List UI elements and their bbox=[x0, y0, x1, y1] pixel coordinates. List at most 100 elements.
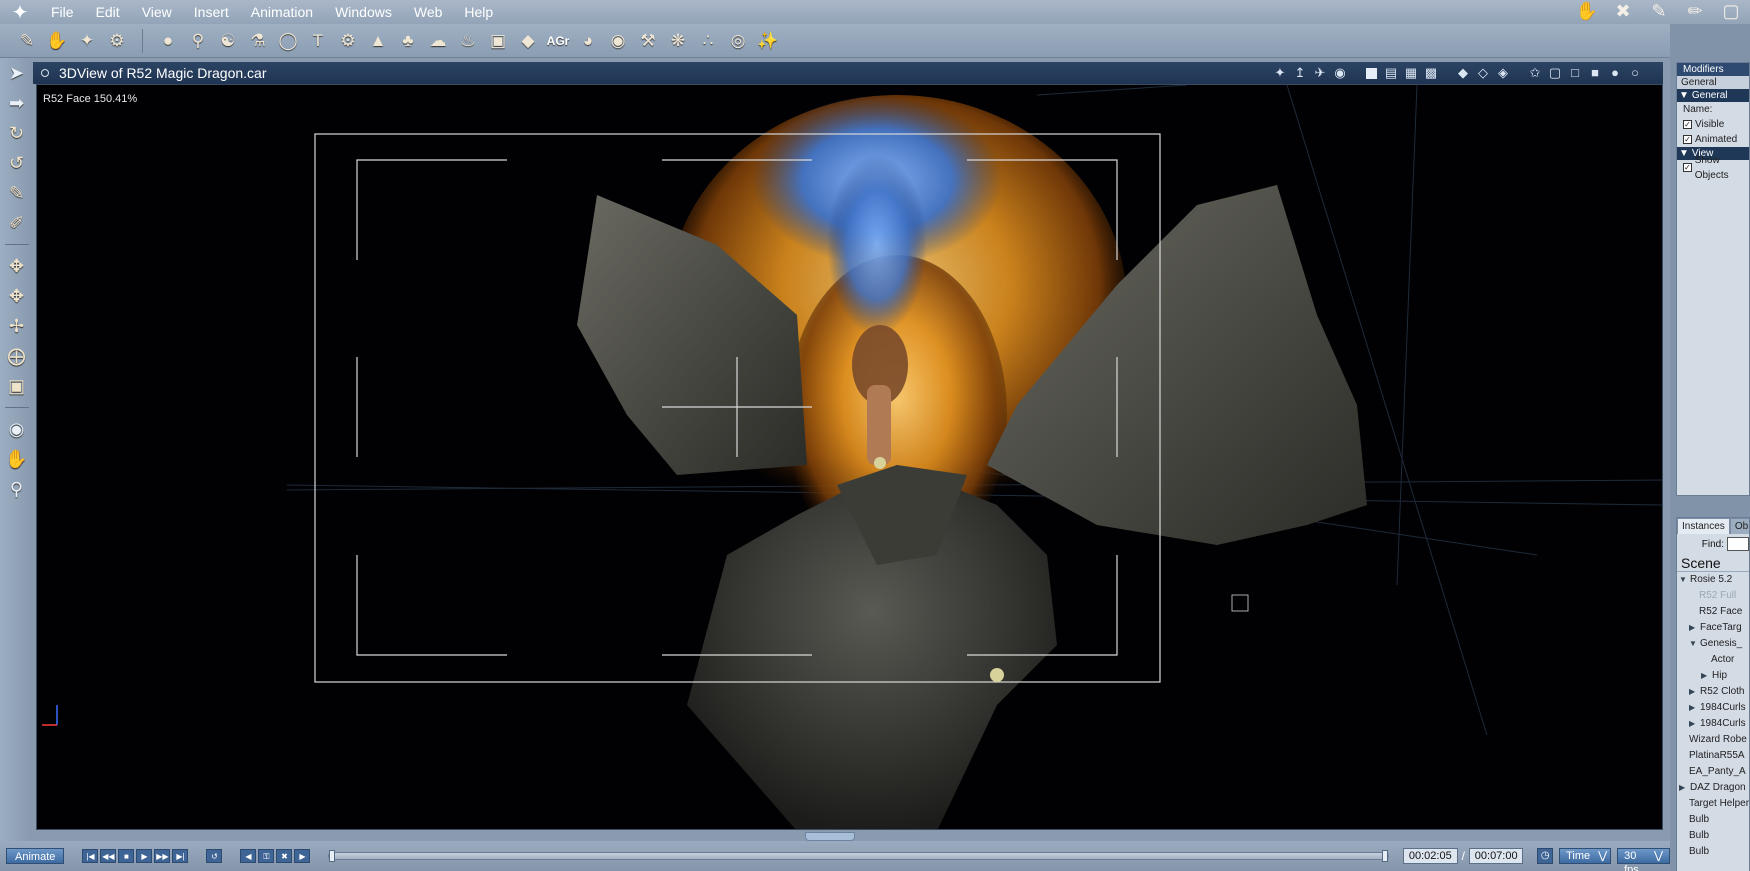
next-key-icon[interactable]: ▶ bbox=[294, 849, 311, 863]
render-mode-2-icon[interactable]: ◇ bbox=[1475, 65, 1491, 81]
zoom-icon[interactable]: ⚲ bbox=[0, 474, 33, 504]
tree-item[interactable]: R52 Face bbox=[1677, 604, 1749, 620]
tree-item[interactable]: Bulb bbox=[1677, 812, 1749, 828]
fast-forward-icon[interactable]: ▶▶ bbox=[154, 849, 171, 863]
smooth-icon[interactable]: ● bbox=[1607, 65, 1623, 81]
tree-item[interactable]: ▶ 1984Curls bbox=[1677, 700, 1749, 716]
animate-button[interactable]: Animate bbox=[6, 848, 65, 864]
clock-icon[interactable]: ◷ bbox=[1537, 848, 1554, 864]
tree-icon[interactable]: ♣ bbox=[395, 28, 421, 54]
go-to-start-icon[interactable]: |◀ bbox=[82, 849, 99, 863]
particles-icon[interactable]: ❋ bbox=[665, 28, 691, 54]
sphere-primitive-icon[interactable]: ● bbox=[155, 28, 181, 54]
end-time-field[interactable]: 00:07:00 bbox=[1468, 848, 1524, 864]
tree-item[interactable]: ▼ Genesis_ bbox=[1677, 636, 1749, 652]
menu-help[interactable]: Help bbox=[453, 0, 504, 24]
select-arrow-icon[interactable]: ➤ bbox=[0, 58, 33, 88]
move-arrow-icon[interactable]: ➡ bbox=[0, 88, 33, 118]
tree-item[interactable]: ▼ Rosie 5.2 bbox=[1677, 572, 1749, 588]
four-view-icon[interactable]: ▩ bbox=[1423, 65, 1439, 81]
bowl-icon[interactable]: ◕ bbox=[575, 28, 601, 54]
key-icon[interactable]: ⚿ bbox=[258, 849, 275, 863]
play-icon[interactable]: ▶ bbox=[136, 849, 153, 863]
go-to-end-icon[interactable]: ▶| bbox=[172, 849, 189, 863]
time-mode-select[interactable]: Time ⋁ bbox=[1559, 848, 1612, 864]
timeline-start-handle[interactable] bbox=[329, 850, 336, 862]
tree-item[interactable]: Actor bbox=[1677, 652, 1749, 668]
cube-icon[interactable]: ▣ bbox=[0, 371, 33, 401]
cloud-icon[interactable]: ☁ bbox=[425, 28, 451, 54]
tree-item[interactable]: Target Helper bbox=[1677, 796, 1749, 812]
app-logo-icon[interactable]: ✦ bbox=[0, 0, 40, 24]
universal-manip-icon[interactable]: ⨁ bbox=[0, 341, 33, 371]
tree-item[interactable]: ▶ 1984Curls bbox=[1677, 716, 1749, 732]
pen-icon[interactable]: ✎ bbox=[0, 178, 33, 208]
scale-icon[interactable]: ✢ bbox=[0, 311, 33, 341]
menu-animation[interactable]: Animation bbox=[240, 0, 324, 24]
panel-close-icon[interactable] bbox=[41, 69, 49, 77]
brush-icon[interactable]: ✐ bbox=[0, 208, 33, 238]
single-view-icon[interactable] bbox=[1366, 67, 1377, 79]
menu-file[interactable]: File bbox=[40, 0, 85, 24]
stop-icon[interactable]: ■ bbox=[118, 849, 135, 863]
fire-icon[interactable]: ♨ bbox=[455, 28, 481, 54]
prev-key-icon[interactable]: ◀ bbox=[240, 849, 257, 863]
menu-web[interactable]: Web bbox=[403, 0, 454, 24]
goblet-primitive-icon[interactable]: ⚲ bbox=[185, 28, 211, 54]
menu-view[interactable]: View bbox=[131, 0, 183, 24]
hand-tool-icon[interactable]: ✋ bbox=[44, 28, 70, 54]
render-mode-icon[interactable]: ◆ bbox=[1455, 65, 1471, 81]
tab-instances[interactable]: Instances bbox=[1677, 518, 1730, 534]
render-mode-3-icon[interactable]: ◈ bbox=[1495, 65, 1511, 81]
motion-icon[interactable]: ✈ bbox=[1312, 65, 1328, 81]
two-view-icon[interactable]: ▤ bbox=[1383, 65, 1399, 81]
3d-viewport[interactable]: R52 Face 150.41% bbox=[36, 84, 1663, 830]
face-room-icon[interactable]: ✏ bbox=[1682, 0, 1708, 22]
bounding-box-icon[interactable]: ▢ bbox=[1547, 65, 1563, 81]
plane-icon[interactable]: ◆ bbox=[515, 28, 541, 54]
wireframe-icon[interactable]: □ bbox=[1567, 65, 1583, 81]
brush-tool-icon[interactable]: ✎ bbox=[14, 28, 40, 54]
show-objects-checkbox[interactable]: ✓ bbox=[1683, 163, 1692, 172]
text-tool-icon[interactable]: T bbox=[305, 28, 331, 54]
tree-item[interactable]: ▶ R52 Cloth bbox=[1677, 684, 1749, 700]
tree-item[interactable]: EA_Panty_A bbox=[1677, 764, 1749, 780]
nodes-icon[interactable]: ∴ bbox=[695, 28, 721, 54]
snap-icon[interactable]: ✦ bbox=[1272, 65, 1288, 81]
visible-checkbox[interactable]: ✓ bbox=[1683, 120, 1692, 129]
torus-primitive-icon[interactable]: ◯ bbox=[275, 28, 301, 54]
hair-room-icon[interactable]: ✎ bbox=[1646, 0, 1672, 22]
textured-icon[interactable]: ○ bbox=[1627, 65, 1643, 81]
sculpt-tool-icon[interactable]: ✦ bbox=[74, 28, 100, 54]
fps-select[interactable]: 30 fps ⋁ bbox=[1617, 848, 1671, 871]
target-icon[interactable]: ◎ bbox=[725, 28, 751, 54]
globe-icon[interactable]: ◉ bbox=[1332, 65, 1348, 81]
material-room-icon[interactable]: ▢ bbox=[1718, 0, 1744, 22]
timeline-end-handle[interactable] bbox=[1382, 850, 1389, 862]
hand-room-icon[interactable]: ✋ bbox=[1574, 0, 1600, 22]
shader-tool-icon[interactable]: ⚙ bbox=[104, 28, 130, 54]
menu-windows[interactable]: Windows bbox=[324, 0, 403, 24]
rewind-icon[interactable]: ◀◀ bbox=[100, 849, 117, 863]
menu-insert[interactable]: Insert bbox=[183, 0, 240, 24]
cloth-room-icon[interactable]: ✖ bbox=[1610, 0, 1636, 22]
find-input[interactable] bbox=[1727, 537, 1749, 551]
navigate-icon[interactable]: ✩ bbox=[1527, 65, 1543, 81]
axis-icon[interactable]: ↥ bbox=[1292, 65, 1308, 81]
wand-icon[interactable]: ✨ bbox=[755, 28, 781, 54]
shaded-icon[interactable]: ■ bbox=[1587, 65, 1603, 81]
tree-item[interactable]: R52 Full bbox=[1677, 588, 1749, 604]
modifiers-tab-general[interactable]: General bbox=[1677, 76, 1749, 89]
agr-tool[interactable]: AGr bbox=[545, 28, 571, 54]
gear-primitive-icon[interactable]: ⚙ bbox=[335, 28, 361, 54]
loop-icon[interactable]: ↺ bbox=[206, 849, 223, 863]
timeline-scrubber[interactable] bbox=[328, 850, 1390, 862]
tree-item[interactable]: ▶ FaceTarg bbox=[1677, 620, 1749, 636]
tree-item[interactable]: PlatinaR55A bbox=[1677, 748, 1749, 764]
rotate-icon[interactable]: ↻ bbox=[0, 118, 33, 148]
blob-icon[interactable]: ◉ bbox=[605, 28, 631, 54]
menu-edit[interactable]: Edit bbox=[85, 0, 131, 24]
skeleton-icon[interactable]: ⚗ bbox=[245, 28, 271, 54]
tree-item[interactable]: ▶ Hip bbox=[1677, 668, 1749, 684]
delete-key-icon[interactable]: ✖ bbox=[276, 849, 293, 863]
